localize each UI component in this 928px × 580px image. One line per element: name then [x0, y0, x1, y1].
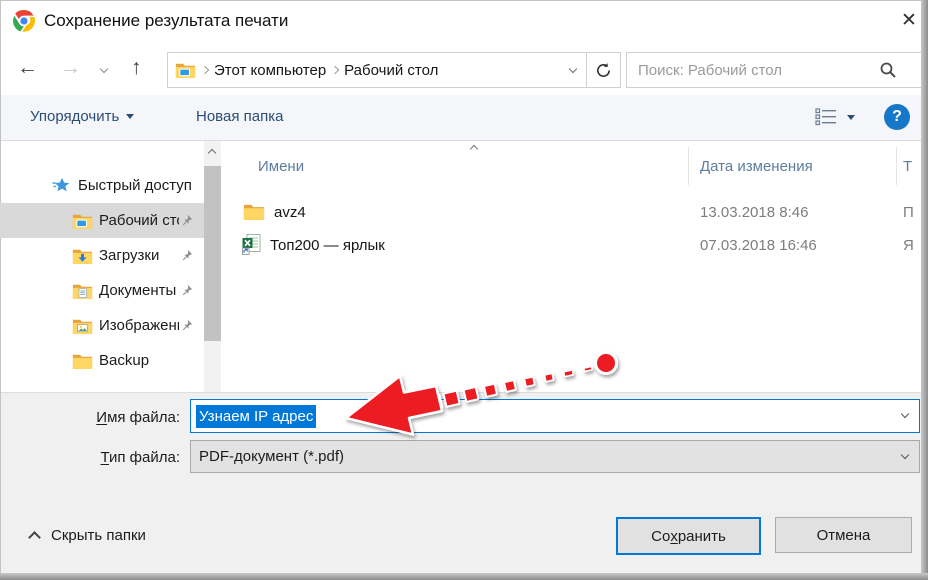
- file-date: 07.03.2018 16:46: [700, 237, 817, 254]
- filename-input[interactable]: Узнаем IP адрес: [190, 399, 920, 433]
- sidebar-item-desktop[interactable]: Рабочий стол: [0, 203, 204, 238]
- filename-label: Имя файла:: [70, 409, 180, 426]
- hide-folders-button[interactable]: Скрыть папки: [30, 527, 146, 544]
- desktop-folder-icon: [175, 61, 196, 79]
- back-button[interactable]: ←: [17, 57, 38, 78]
- sort-ascending-icon: [470, 145, 478, 153]
- details-view-icon: [814, 106, 838, 128]
- chevron-down-icon: [126, 114, 134, 119]
- refresh-button[interactable]: [586, 53, 620, 87]
- column-header-date[interactable]: Дата изменения: [700, 158, 813, 175]
- breadcrumb-item-desktop[interactable]: Рабочий стол: [338, 62, 444, 79]
- sidebar-item-backup[interactable]: Backup: [0, 343, 204, 378]
- window-shadow-right: [921, 0, 928, 580]
- column-header-type[interactable]: Т: [903, 158, 912, 175]
- filetype-label-key: Т: [100, 449, 109, 466]
- filename-label-rest: мя файла:: [107, 409, 180, 426]
- column-divider[interactable]: [896, 147, 897, 185]
- pin-icon: [180, 319, 193, 332]
- recent-locations-chevron-icon[interactable]: [100, 65, 108, 73]
- sidebar-item-documents[interactable]: Документы: [0, 273, 204, 308]
- documents-folder-icon: [72, 282, 93, 300]
- breadcrumb-item-this-pc[interactable]: Этот компьютер: [208, 62, 332, 79]
- scroll-up-icon[interactable]: [208, 149, 216, 157]
- file-name: Топ200 — ярлык: [270, 237, 385, 254]
- sidebar-item-label: Рабочий стол: [99, 212, 179, 229]
- chevron-down-icon[interactable]: [901, 410, 909, 418]
- pin-icon: [180, 249, 193, 262]
- cancel-label: Отмена: [817, 527, 871, 544]
- save-button[interactable]: Сохранить: [616, 517, 761, 555]
- file-type: П: [903, 204, 914, 221]
- filename-label-key: И: [96, 409, 107, 426]
- window-title: Сохранение результата печати: [44, 11, 288, 31]
- breadcrumb: Этот компьютер Рабочий стол: [167, 52, 621, 88]
- pictures-folder-icon: [72, 317, 93, 335]
- chrome-icon: [12, 9, 36, 33]
- file-date: 13.03.2018 8:46: [700, 204, 808, 221]
- sidebar-item-label: Загрузки: [99, 247, 179, 264]
- hide-folders-label: Скрыть папки: [51, 527, 146, 544]
- excel-shortcut-icon: [240, 233, 263, 256]
- table-row[interactable]: avz4 13.03.2018 8:46 П: [228, 198, 928, 230]
- save-label-pre: Со: [651, 528, 670, 545]
- filetype-value: PDF-документ (*.pdf): [199, 448, 344, 465]
- column-divider[interactable]: [688, 147, 689, 185]
- organize-label: Упорядочить: [30, 108, 119, 125]
- chevron-up-icon: [28, 531, 41, 544]
- pin-icon: [180, 214, 193, 227]
- window-shadow-bottom: [0, 573, 928, 580]
- filename-value: Узнаем IP адрес: [196, 405, 316, 428]
- filetype-label-rest: ип файла:: [109, 449, 180, 466]
- command-bar: [1, 95, 927, 141]
- filetype-select[interactable]: PDF-документ (*.pdf): [190, 440, 920, 473]
- save-dialog-window: Сохранение результата печати ✕ ← → ↑ Это…: [0, 0, 928, 580]
- sidebar-item-label: Документы: [99, 282, 179, 299]
- sidebar-item-label: Backup: [99, 352, 149, 369]
- view-selector-button[interactable]: [814, 106, 855, 128]
- sidebar-item-quick-access[interactable]: Быстрый доступ: [0, 168, 204, 203]
- downloads-folder-icon: [72, 247, 93, 265]
- sidebar-item-label: Изображения: [99, 317, 179, 334]
- help-button[interactable]: ?: [884, 104, 910, 130]
- search-input[interactable]: [636, 55, 885, 85]
- scrollbar-thumb[interactable]: [204, 166, 221, 341]
- search-icon[interactable]: [879, 61, 897, 84]
- sidebar-item-label: Быстрый доступ: [78, 177, 192, 194]
- sidebar-item-downloads[interactable]: Загрузки: [0, 238, 204, 273]
- star-icon: [52, 177, 71, 194]
- save-label-post: ранить: [678, 528, 726, 545]
- sidebar-scrollbar[interactable]: [204, 141, 221, 392]
- up-button[interactable]: ↑: [131, 57, 142, 78]
- folder-icon: [243, 202, 265, 221]
- column-header-name[interactable]: Имени: [258, 158, 304, 175]
- close-icon[interactable]: ✕: [901, 9, 917, 32]
- forward-button[interactable]: →: [60, 57, 81, 78]
- sidebar-item-pictures[interactable]: Изображения: [0, 308, 204, 343]
- new-folder-button[interactable]: Новая папка: [196, 108, 283, 125]
- address-dropdown-chevron-icon[interactable]: [569, 65, 577, 73]
- filetype-label: Тип файла:: [70, 449, 180, 466]
- save-label-key: х: [670, 528, 678, 545]
- sidebar: Быстрый доступ Рабочий стол: [0, 141, 204, 392]
- new-folder-label: Новая папка: [196, 108, 283, 125]
- table-row[interactable]: Топ200 — ярлык 07.03.2018 16:46 Я: [228, 230, 928, 262]
- folder-icon: [72, 352, 93, 370]
- desktop-folder-icon: [72, 212, 93, 230]
- search-box: [626, 52, 922, 88]
- pin-icon: [180, 284, 193, 297]
- chevron-down-icon[interactable]: [901, 451, 909, 459]
- organize-button[interactable]: Упорядочить: [30, 108, 134, 125]
- chevron-down-icon: [847, 115, 855, 120]
- file-type: Я: [903, 237, 914, 254]
- cancel-button[interactable]: Отмена: [775, 517, 912, 553]
- file-name: avz4: [274, 204, 306, 221]
